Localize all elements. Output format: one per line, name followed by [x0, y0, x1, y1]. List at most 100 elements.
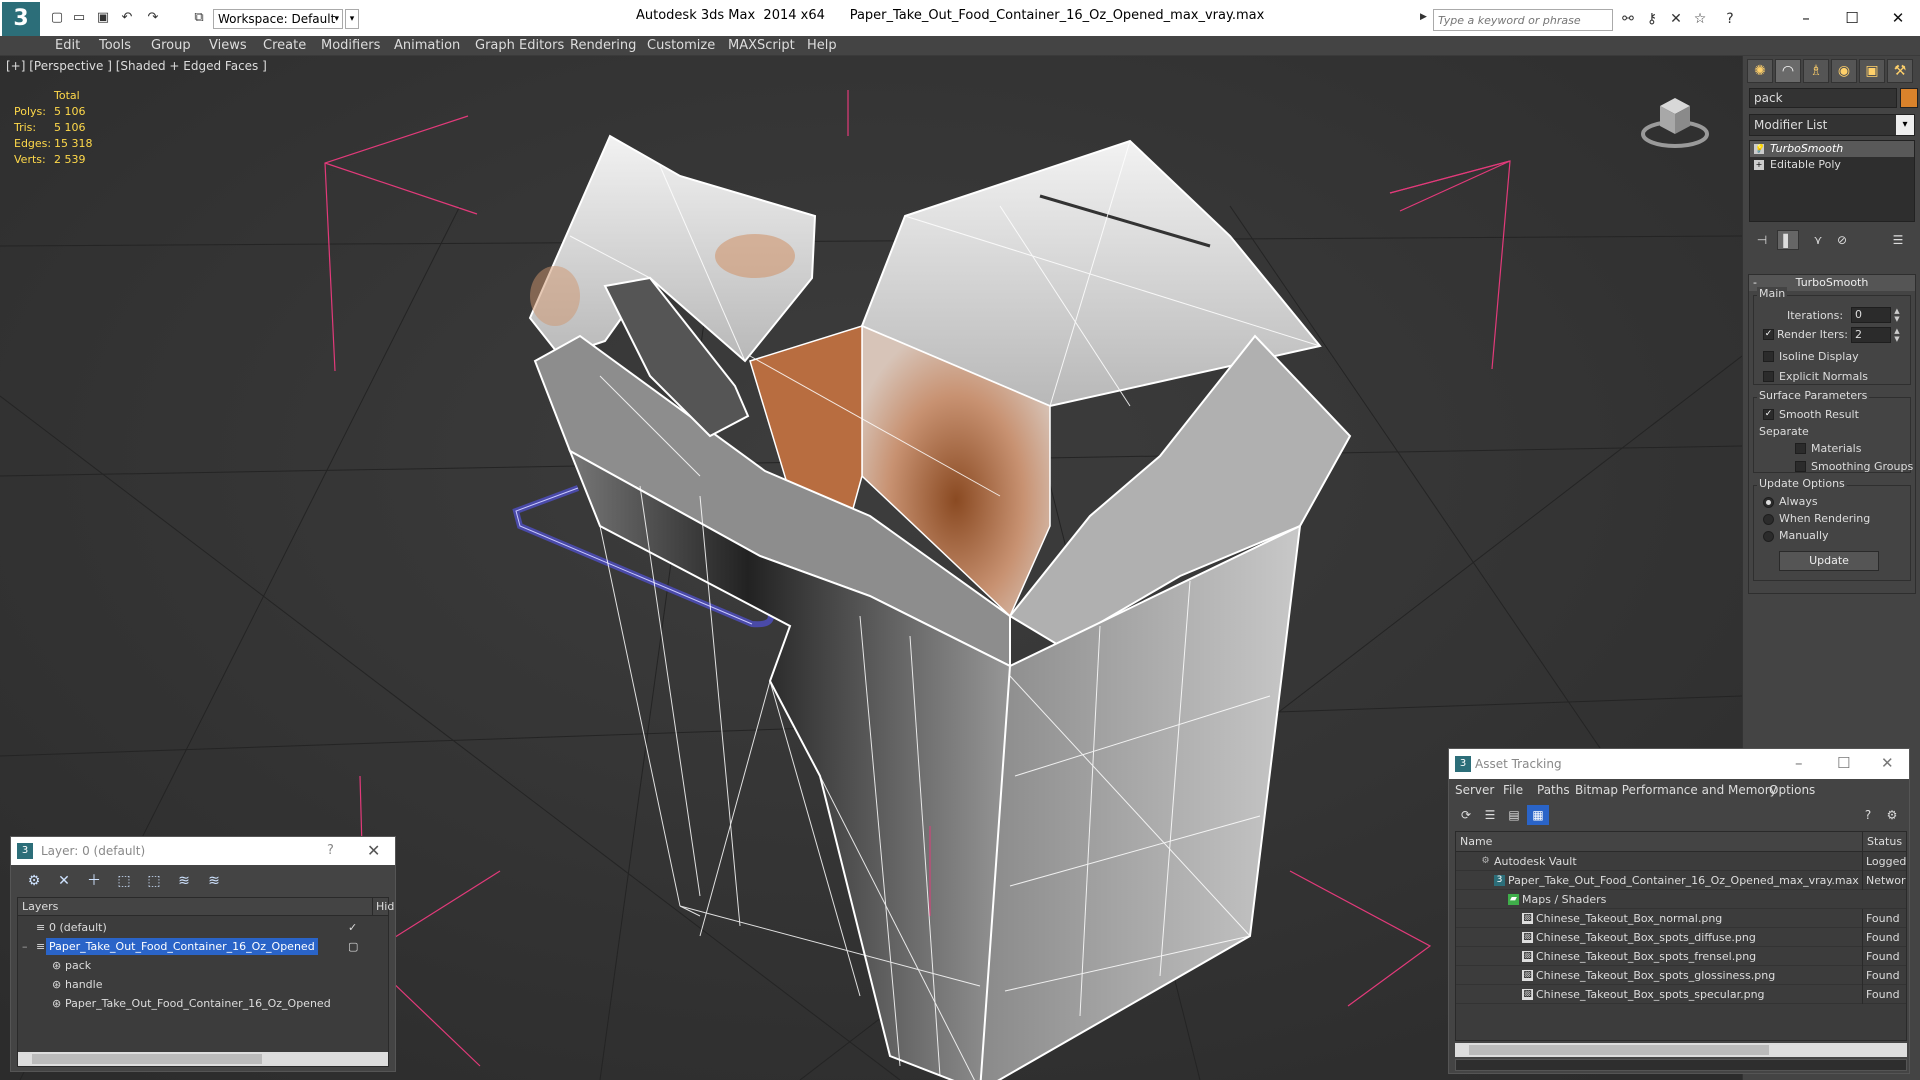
pin-stack-icon[interactable]: ⊣: [1751, 230, 1773, 250]
add-to-layer-icon[interactable]: ⬚: [113, 871, 135, 891]
make-unique-icon[interactable]: ⋎: [1807, 230, 1829, 250]
scrollbar-thumb[interactable]: [1469, 1045, 1769, 1055]
modifier-list-dropdown[interactable]: Modifier List ▾: [1749, 114, 1915, 136]
object-color-swatch[interactable]: [1900, 88, 1918, 108]
asset-dialog-titlebar[interactable]: 3 Asset Tracking – ☐ ✕: [1449, 749, 1909, 779]
app-logo-icon[interactable]: 3: [2, 2, 40, 36]
layer-row[interactable]: ⊛ pack: [18, 956, 388, 975]
highlight-selected-icon[interactable]: ≋: [173, 871, 195, 891]
asset-row[interactable]: ⚙ Autodesk Vault Logged C: [1456, 852, 1906, 871]
show-end-result-icon[interactable]: ▌: [1777, 230, 1799, 250]
smooth-result-checkbox[interactable]: ✓: [1763, 409, 1774, 420]
list-view-icon[interactable]: ☰: [1479, 805, 1501, 825]
search-input[interactable]: [1434, 10, 1610, 30]
settings-icon[interactable]: ⚙: [1881, 805, 1903, 825]
modifier-stack[interactable]: 💡 TurboSmooth + Editable Poly: [1749, 140, 1915, 222]
asset-list[interactable]: Name Status ⚙ Autodesk Vault Logged C 3 …: [1455, 831, 1907, 1041]
hierarchy-tab-icon[interactable]: ♗: [1803, 59, 1829, 83]
render-iters-spinner[interactable]: 2: [1851, 327, 1891, 343]
layer-dialog-titlebar[interactable]: 3 Layer: 0 (default) ? ✕: [11, 837, 395, 865]
utilities-tab-icon[interactable]: ⚒: [1887, 59, 1913, 83]
minimize-button[interactable]: –: [1795, 754, 1803, 772]
menu-options[interactable]: Options: [1769, 783, 1815, 797]
collapse-icon[interactable]: –: [22, 937, 28, 956]
create-layer-icon[interactable]: ＋: [83, 871, 105, 891]
scrollbar-thumb[interactable]: [32, 1054, 262, 1064]
smoothing-groups-checkbox[interactable]: [1795, 461, 1806, 472]
new-file-icon[interactable]: ▢: [48, 10, 66, 26]
asset-row[interactable]: ▨ Chinese_Takeout_Box_spots_specular.png…: [1456, 985, 1906, 1004]
column-name[interactable]: Name: [1460, 835, 1492, 848]
maximize-button[interactable]: ☐: [1829, 6, 1875, 30]
save-icon[interactable]: ▣: [94, 10, 112, 26]
explicit-normals-checkbox[interactable]: [1763, 371, 1774, 382]
help-icon[interactable]: ?: [1720, 10, 1740, 28]
info-center-search[interactable]: [1433, 9, 1613, 31]
asset-row[interactable]: ▨ Chinese_Takeout_Box_normal.png Found: [1456, 909, 1906, 928]
menu-paths[interactable]: Paths: [1537, 783, 1570, 797]
asset-row[interactable]: ▨ Chinese_Takeout_Box_spots_diffuse.png …: [1456, 928, 1906, 947]
create-tab-sun-icon[interactable]: ✺: [1747, 59, 1773, 83]
delete-layer-icon[interactable]: ✕: [53, 871, 75, 891]
stack-item-turbosmooth[interactable]: 💡 TurboSmooth: [1750, 141, 1914, 157]
project-folder-icon[interactable]: ⧉: [190, 10, 208, 26]
stack-item-editable-poly[interactable]: + Editable Poly: [1750, 157, 1914, 173]
layer-row[interactable]: ⊛ handle: [18, 975, 388, 994]
column-layers[interactable]: Layers: [22, 898, 58, 916]
asset-row[interactable]: ▨ Chinese_Takeout_Box_spots_frensel.png …: [1456, 947, 1906, 966]
table-view-icon[interactable]: ▦: [1527, 805, 1549, 825]
motion-tab-icon[interactable]: ◉: [1831, 59, 1857, 83]
always-radio[interactable]: [1763, 497, 1774, 508]
communication-icon[interactable]: ✕: [1666, 10, 1686, 28]
when-rendering-radio[interactable]: [1763, 514, 1774, 525]
menu-customize[interactable]: Customize: [647, 38, 715, 53]
menu-create[interactable]: Create: [263, 38, 306, 53]
remove-modifier-icon[interactable]: ⊘: [1831, 230, 1853, 250]
quick-access-dropdown[interactable]: ▾: [345, 9, 359, 29]
configure-sets-icon[interactable]: ☰: [1887, 230, 1909, 250]
menu-file[interactable]: File: [1503, 783, 1523, 797]
active-layer-check-icon[interactable]: ✓: [348, 918, 357, 937]
menu-rendering[interactable]: Rendering: [570, 38, 636, 53]
refresh-icon[interactable]: ⟳: [1455, 805, 1477, 825]
help-icon[interactable]: ?: [1857, 805, 1879, 825]
help-icon[interactable]: ?: [327, 843, 334, 858]
menu-tools[interactable]: Tools: [99, 38, 131, 53]
asset-row[interactable]: ▰ Maps / Shaders: [1456, 890, 1906, 909]
layer-list[interactable]: Layers Hid ≡ 0 (default) ✓ – ≡ Paper_Tak…: [17, 897, 394, 1067]
close-button[interactable]: ✕: [1881, 754, 1894, 772]
column-hide[interactable]: Hid: [372, 898, 394, 916]
undo-icon[interactable]: ↶: [118, 10, 136, 26]
viewcube-icon[interactable]: [1640, 86, 1710, 156]
update-button[interactable]: Update: [1779, 551, 1879, 571]
spinner-arrows-icon[interactable]: ▲ ▼: [1892, 307, 1902, 323]
binoculars-icon[interactable]: ⚯: [1618, 10, 1638, 28]
menu-bitmap-performance[interactable]: Bitmap Performance and Memory: [1575, 783, 1777, 797]
redo-icon[interactable]: ↷: [144, 10, 162, 26]
hide-toggle-icon[interactable]: ▢: [348, 937, 358, 956]
expand-plus-icon[interactable]: +: [1754, 160, 1764, 170]
workspace-dropdown[interactable]: Workspace: Default ▾: [213, 9, 343, 29]
render-iters-checkbox[interactable]: ✓: [1763, 329, 1774, 340]
materials-checkbox[interactable]: [1795, 443, 1806, 454]
open-file-icon[interactable]: ▭: [70, 10, 88, 26]
horizontal-scrollbar[interactable]: [18, 1052, 388, 1066]
isoline-display-checkbox[interactable]: [1763, 351, 1774, 362]
manually-radio[interactable]: [1763, 531, 1774, 542]
detail-view-icon[interactable]: ▤: [1503, 805, 1525, 825]
layer-row[interactable]: ⊛ Paper_Take_Out_Food_Container_16_Oz_Op…: [18, 994, 388, 1013]
close-button[interactable]: ✕: [1875, 6, 1920, 30]
asset-row[interactable]: 3 Paper_Take_Out_Food_Container_16_Oz_Op…: [1456, 871, 1906, 890]
modify-tab-icon[interactable]: ◠: [1775, 59, 1801, 83]
display-tab-icon[interactable]: ▣: [1859, 59, 1885, 83]
menu-views[interactable]: Views: [209, 38, 247, 53]
lightbulb-icon[interactable]: 💡: [1754, 144, 1764, 154]
select-objects-icon[interactable]: ⬚: [143, 871, 165, 891]
layer-settings-icon[interactable]: ⚙: [23, 871, 45, 891]
menu-help[interactable]: Help: [807, 38, 837, 53]
maximize-button[interactable]: ☐: [1837, 754, 1850, 772]
layer-row[interactable]: ≡ 0 (default) ✓: [18, 918, 388, 937]
layer-row[interactable]: – ≡ Paper_Take_Out_Food_Container_16_Oz_…: [18, 937, 388, 956]
search-expand-icon[interactable]: ▶: [1420, 12, 1427, 22]
menu-modifiers[interactable]: Modifiers: [321, 38, 380, 53]
